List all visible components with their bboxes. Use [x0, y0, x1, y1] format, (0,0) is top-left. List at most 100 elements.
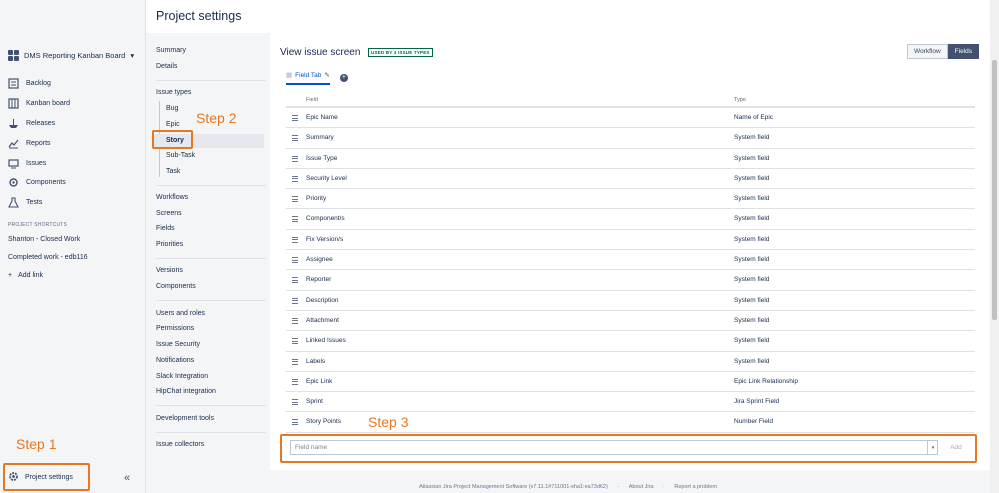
table-row[interactable]: Description System field: [286, 291, 975, 311]
tab-field-tab[interactable]: ▦ Field Tab ✎: [286, 71, 330, 85]
drag-handle-icon[interactable]: [292, 338, 298, 346]
col-header-type: Type: [734, 97, 746, 103]
report-problem-link[interactable]: Report a problem: [674, 484, 717, 490]
drag-handle-icon[interactable]: [292, 277, 298, 285]
sidebar-item-issues[interactable]: Issues: [8, 153, 70, 173]
about-link[interactable]: About Jira: [629, 484, 654, 490]
field-type-cell: System field: [734, 195, 770, 203]
sidebar-item-label: Releases: [26, 119, 56, 127]
table-row[interactable]: Sprint Jira Sprint Field: [286, 392, 975, 413]
field-type-cell: System field: [734, 256, 770, 264]
field-name-cell: Labels: [306, 357, 326, 365]
add-link-button[interactable]: + Add link: [8, 272, 43, 279]
settings-nav-epic[interactable]: Epic: [166, 121, 180, 128]
settings-nav-dev-tools[interactable]: Development tools: [156, 415, 214, 422]
drag-handle-icon[interactable]: [292, 236, 298, 245]
field-name-cell: Description: [306, 296, 339, 304]
drag-handle-icon[interactable]: [292, 216, 298, 224]
settings-nav-screens[interactable]: Screens: [156, 210, 182, 217]
drag-handle-icon[interactable]: [292, 257, 298, 265]
project-nav: Backlog Kanban board Releases Reports Is…: [8, 74, 70, 213]
table-row[interactable]: Epic Name Name of Epic: [286, 108, 975, 129]
drag-handle-icon[interactable]: [292, 399, 298, 407]
drag-handle-icon[interactable]: [292, 175, 298, 184]
settings-nav-subtask[interactable]: Sub-Task: [166, 152, 195, 159]
table-row[interactable]: Epic Link Epic Link Relationship: [286, 372, 975, 393]
sidebar-item-kanban-board[interactable]: Kanban board: [8, 94, 70, 114]
settings-nav-issue-security[interactable]: Issue Security: [156, 341, 200, 348]
settings-nav-task[interactable]: Task: [166, 168, 180, 175]
project-switcher[interactable]: DMS Reporting Kanban Board ▾: [8, 50, 134, 61]
settings-nav-issue-types[interactable]: Issue types: [156, 89, 191, 96]
drag-handle-icon[interactable]: [292, 115, 298, 123]
table-row[interactable]: Issue Type System field: [286, 149, 975, 169]
drag-handle-icon[interactable]: [292, 155, 298, 164]
settings-nav-components[interactable]: Components: [156, 283, 196, 290]
drag-handle-icon[interactable]: [292, 378, 298, 387]
table-row[interactable]: Reporter System field: [286, 270, 975, 291]
settings-nav-workflows[interactable]: Workflows: [156, 194, 188, 201]
drag-handle-icon[interactable]: [292, 419, 298, 427]
sidebar-item-backlog[interactable]: Backlog: [8, 74, 70, 94]
divider: [156, 185, 266, 186]
settings-nav-fields[interactable]: Fields: [156, 225, 175, 232]
settings-nav-issue-collectors[interactable]: Issue collectors: [156, 441, 204, 448]
field-type-cell: System field: [734, 215, 770, 223]
settings-nav-summary[interactable]: Summary: [156, 47, 186, 54]
field-type-cell: System field: [734, 174, 770, 182]
drag-handle-icon[interactable]: [292, 317, 298, 326]
field-name-cell: Security Level: [306, 174, 347, 182]
settings-nav-priorities[interactable]: Priorities: [156, 241, 183, 248]
table-header: Field Type: [286, 95, 975, 108]
shortcut-link[interactable]: Completed work - edb116: [8, 254, 88, 261]
workflow-button[interactable]: Workflow: [907, 44, 948, 59]
col-header-field: Field: [306, 97, 318, 103]
plus-icon: +: [8, 272, 13, 279]
view-toggle: Workflow Fields: [907, 44, 979, 59]
table-row[interactable]: Priority System field: [286, 189, 975, 210]
table-row[interactable]: Attachment System field: [286, 311, 975, 332]
add-tab-icon[interactable]: +: [339, 74, 348, 82]
table-row[interactable]: Fix Version/s System field: [286, 230, 975, 251]
sidebar-item-reports[interactable]: Reports: [8, 133, 70, 153]
drag-handle-icon[interactable]: [292, 297, 298, 306]
settings-nav-bug[interactable]: Bug: [166, 105, 178, 112]
divider: [156, 300, 266, 301]
table-row[interactable]: Security Level System field: [286, 169, 975, 190]
settings-nav-details[interactable]: Details: [156, 63, 177, 70]
settings-nav-versions[interactable]: Versions: [156, 267, 183, 274]
settings-nav-permissions[interactable]: Permissions: [156, 325, 194, 332]
fields-button[interactable]: Fields: [947, 44, 979, 59]
issues-icon: [8, 158, 19, 169]
settings-nav-users-roles[interactable]: Users and roles: [156, 310, 205, 317]
sidebar-item-tests[interactable]: Tests: [8, 193, 70, 213]
pencil-icon[interactable]: ✎: [324, 71, 329, 79]
sidebar-item-releases[interactable]: Releases: [8, 114, 70, 134]
drag-handle-icon[interactable]: [292, 196, 298, 204]
table-row[interactable]: Summary System field: [286, 128, 975, 149]
divider: [156, 258, 266, 259]
table-row[interactable]: Assignee System field: [286, 250, 975, 271]
collapse-sidebar-icon[interactable]: «: [124, 472, 130, 484]
project-sidebar: DMS Reporting Kanban Board ▾ Backlog Kan…: [0, 0, 146, 493]
field-type-cell: Jira Sprint Field: [734, 398, 780, 406]
puzzle-icon: [8, 177, 19, 188]
chevron-down-icon: ▾: [130, 51, 135, 60]
table-row[interactable]: Component/s System field: [286, 209, 975, 230]
table-row[interactable]: Linked Issues System field: [286, 331, 975, 352]
sidebar-item-components[interactable]: Components: [8, 173, 70, 193]
screen-tabs: ▦ Field Tab ✎ +: [286, 71, 348, 85]
settings-nav-hipchat[interactable]: HipChat integration: [156, 388, 216, 395]
drag-handle-icon[interactable]: [292, 358, 298, 367]
settings-nav-slack[interactable]: Slack Integration: [156, 373, 208, 380]
drag-handle-icon[interactable]: [292, 135, 298, 143]
settings-nav-notifications[interactable]: Notifications: [156, 357, 194, 364]
table-row[interactable]: Labels System field: [286, 352, 975, 372]
footer-dot: ·: [663, 484, 665, 490]
scrollbar-thumb[interactable]: [992, 60, 997, 320]
shortcuts-heading: PROJECT SHORTCUTS: [8, 222, 68, 228]
field-name-cell: Component/s: [306, 215, 345, 223]
shortcut-link[interactable]: Shanton - Closed Work: [8, 236, 80, 243]
screen-content: View issue screen USED BY 4 ISSUE TYPES …: [270, 33, 990, 470]
field-name-cell: Epic Link: [306, 377, 333, 385]
